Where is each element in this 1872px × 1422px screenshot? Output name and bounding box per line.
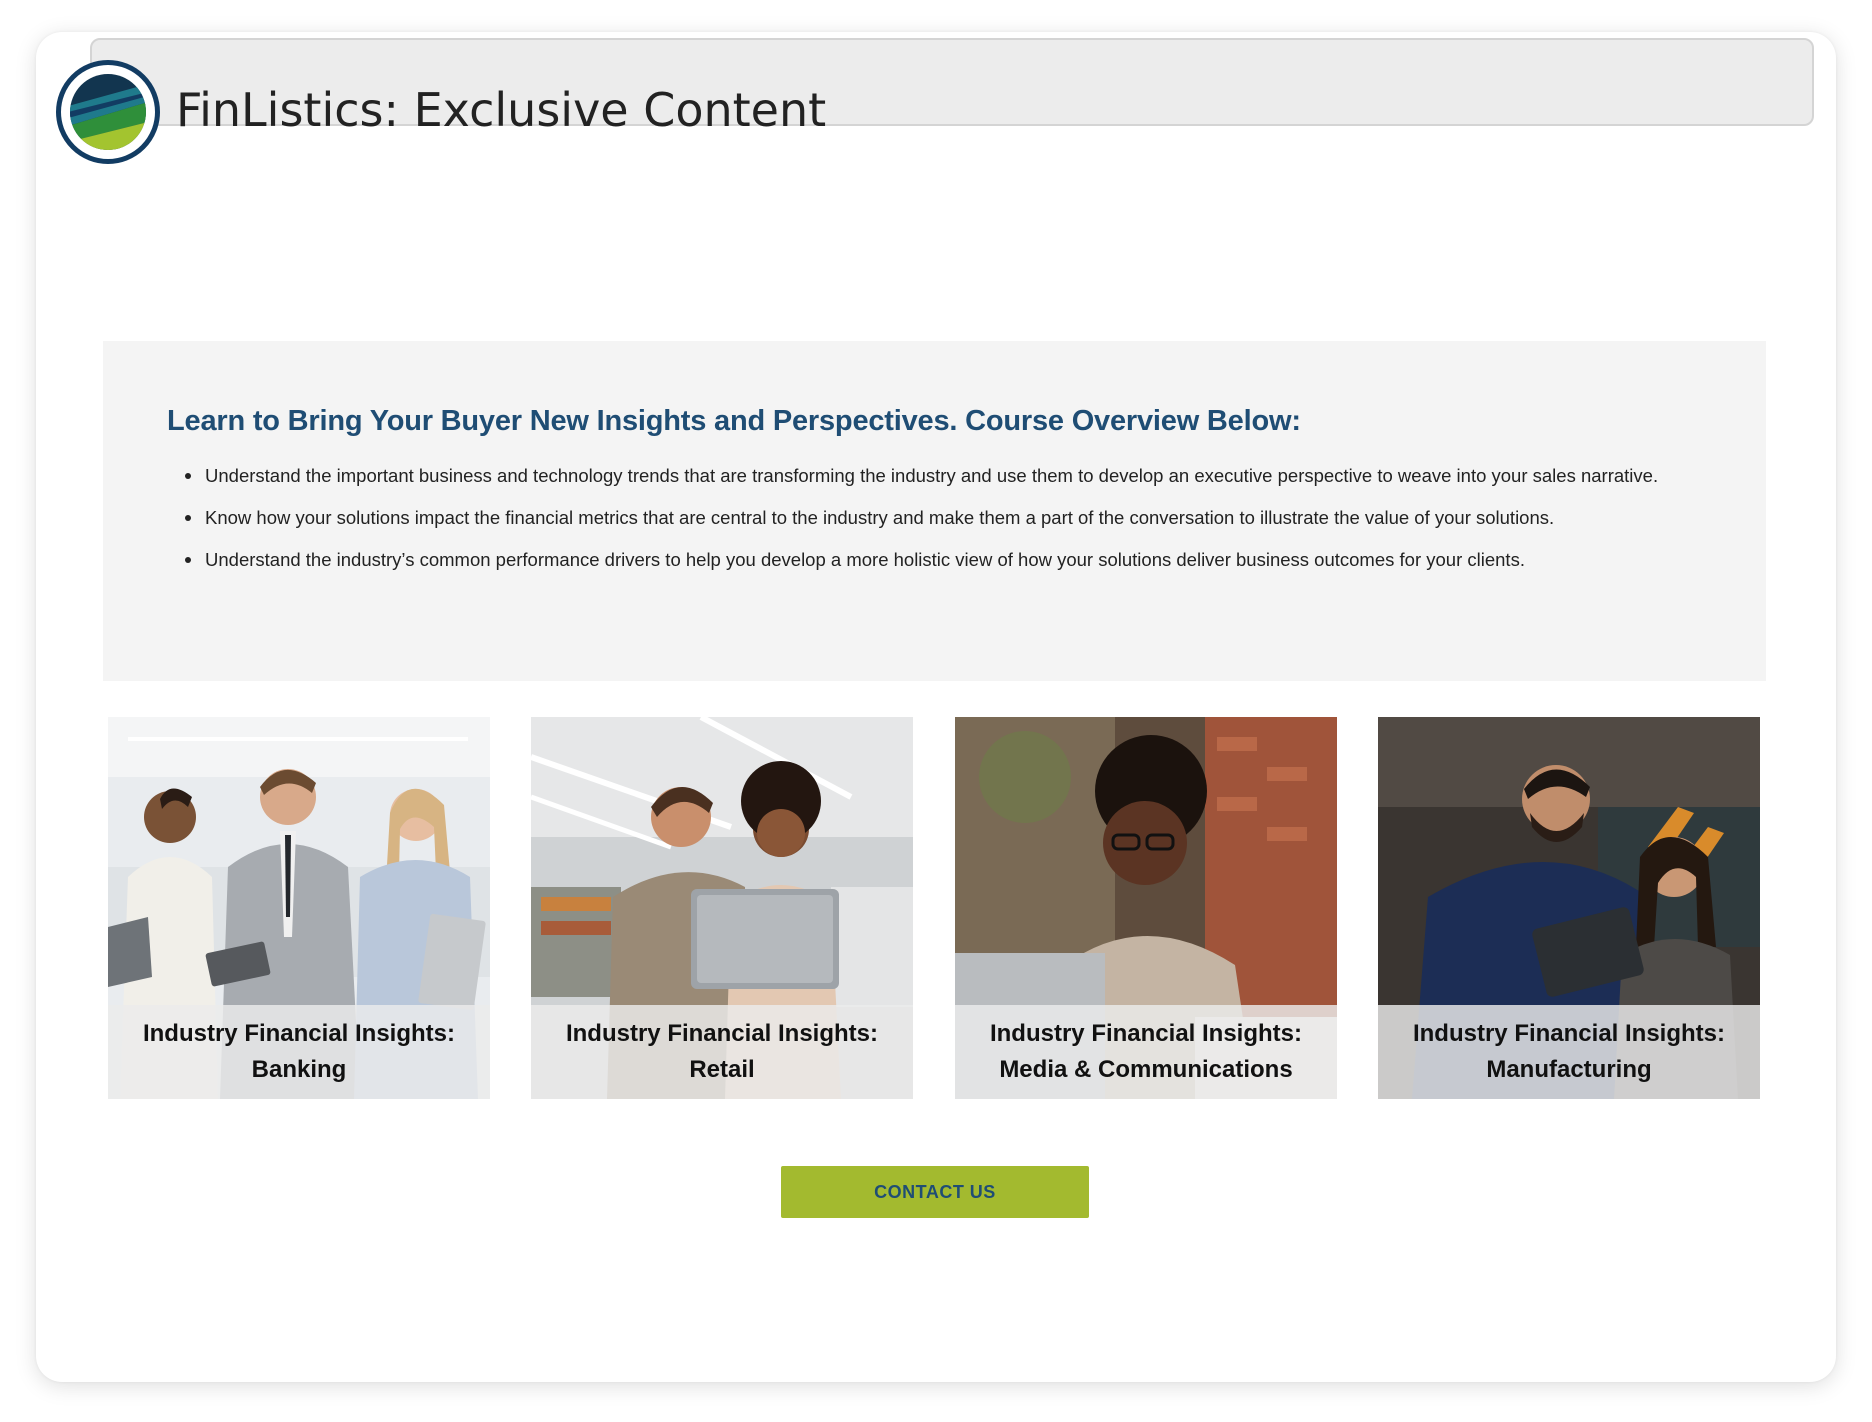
card-caption: Industry Financial Insights: Retail bbox=[531, 1005, 913, 1099]
overview-bullet: Know how your solutions impact the finan… bbox=[185, 503, 1705, 533]
page-title: FinListics: Exclusive Content bbox=[176, 83, 827, 137]
contact-us-button[interactable]: CONTACT US bbox=[781, 1166, 1089, 1218]
card-caption-line2: Manufacturing bbox=[1486, 1056, 1652, 1083]
course-card-banking[interactable]: Industry Financial Insights: Banking bbox=[108, 717, 490, 1099]
card-caption-line1: Industry Financial Insights: bbox=[142, 1020, 456, 1047]
card-caption: Industry Financial Insights: Banking bbox=[108, 1005, 490, 1099]
course-overview-panel: Learn to Bring Your Buyer New Insights a… bbox=[103, 341, 1766, 681]
course-card-retail[interactable]: Industry Financial Insights: Retail bbox=[531, 717, 913, 1099]
finlistics-logo bbox=[56, 60, 160, 164]
card-caption-line1: Industry Financial Insights: bbox=[565, 1020, 879, 1047]
overview-heading: Learn to Bring Your Buyer New Insights a… bbox=[167, 405, 1301, 437]
overview-bullet: Understand the important business and te… bbox=[185, 461, 1705, 491]
card-caption-line2: Banking bbox=[251, 1056, 347, 1083]
card-caption: Industry Financial Insights: Manufacturi… bbox=[1378, 1005, 1760, 1099]
course-card-media-communications[interactable]: Industry Financial Insights: Media & Com… bbox=[955, 717, 1337, 1099]
overview-bullet-list: Understand the important business and te… bbox=[185, 461, 1705, 587]
overview-bullet: Understand the industry’s common perform… bbox=[185, 545, 1705, 575]
card-caption-line2: Retail bbox=[689, 1056, 755, 1083]
card-caption-line1: Industry Financial Insights: bbox=[989, 1020, 1303, 1047]
card-caption-line2: Media & Communications bbox=[999, 1056, 1293, 1083]
logo-icon bbox=[70, 74, 146, 150]
card-caption: Industry Financial Insights: Media & Com… bbox=[955, 1005, 1337, 1099]
card-caption-line1: Industry Financial Insights: bbox=[1412, 1020, 1726, 1047]
course-card-manufacturing[interactable]: Industry Financial Insights: Manufacturi… bbox=[1378, 717, 1760, 1099]
